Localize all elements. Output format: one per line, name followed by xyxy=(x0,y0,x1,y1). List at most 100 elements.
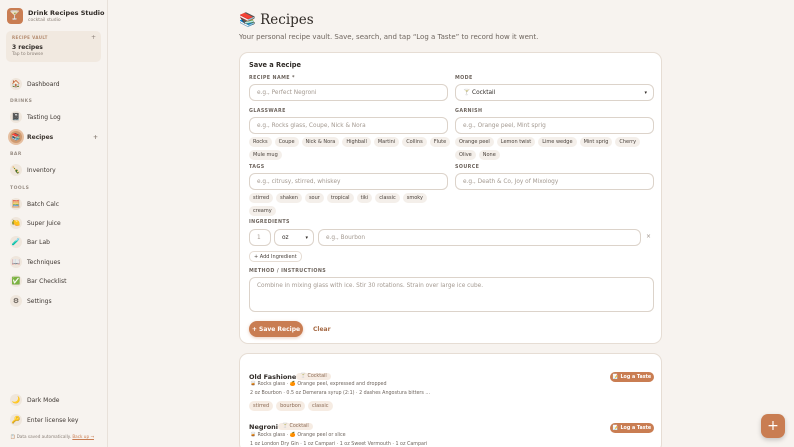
recipe-list: Old Fashioned 🍸 Cocktail 🥃 Rocks glass ·… xyxy=(239,353,662,447)
mode-value: 🍸 Cocktail xyxy=(463,89,496,96)
ingredient-name-input[interactable]: e.g., Bourbon xyxy=(318,229,641,246)
sidebar-item-settings[interactable]: ⚙ Settings xyxy=(6,292,102,310)
tag-chip[interactable]: creamy xyxy=(249,206,276,216)
sidebar-item-super-juice[interactable]: 🍋 Super Juice xyxy=(6,214,102,232)
sidebar-item-recipes[interactable]: 📚 Recipes + xyxy=(6,128,102,146)
sidebar-item-label: Bar Lab xyxy=(27,238,50,246)
key-icon: 🔑 xyxy=(10,414,22,426)
test-tube-icon: 🧪 xyxy=(10,236,22,248)
tag-chip[interactable]: shaken xyxy=(276,193,302,203)
sidebar-item-label: Techniques xyxy=(27,258,61,266)
backup-link[interactable]: Back up → xyxy=(72,434,94,439)
recipe-name: Old Fashioned xyxy=(249,373,301,381)
log-taste-button[interactable]: 📝 Log a Taste xyxy=(610,423,654,433)
glassware-chip[interactable]: Mule mug xyxy=(249,150,282,160)
dark-mode-toggle[interactable]: 🌙 Dark Mode xyxy=(6,391,102,409)
tag-chip[interactable]: classic xyxy=(375,193,400,203)
garnish-chip[interactable]: Mint sprig xyxy=(579,137,613,147)
garnish-input[interactable]: e.g., Orange peel, Mint sprig xyxy=(455,117,654,134)
sidebar-item-label: Dark Mode xyxy=(27,396,60,404)
tag-chip[interactable]: stirred xyxy=(249,193,274,203)
source-input[interactable]: e.g., Death & Co, Joy of Mixology xyxy=(455,173,654,190)
recipe-name: Negroni xyxy=(249,423,279,431)
autosave-text: Data saved automatically. xyxy=(16,434,71,439)
log-taste-button[interactable]: 📝 Log a Taste xyxy=(610,372,654,382)
tags-label: TAGS xyxy=(249,165,265,170)
glassware-chip[interactable]: Flute xyxy=(429,137,451,147)
ingredient-qty-input[interactable]: 1 xyxy=(249,229,271,246)
sidebar-item-label: Tasting Log xyxy=(27,113,61,121)
vault-count: 3 recipes xyxy=(12,44,43,51)
sidebar-item-dashboard[interactable]: 🏠 Dashboard xyxy=(6,75,102,93)
garnish-chip[interactable]: Olive xyxy=(455,150,476,160)
books-icon: 📚 xyxy=(239,12,256,28)
vault-label: RECIPE VAULT xyxy=(12,35,48,40)
glassware-chip[interactable]: Collins xyxy=(402,137,427,147)
recipe-tags: stirred bourbon classic xyxy=(249,401,336,414)
garnish-chip[interactable]: None xyxy=(478,150,500,160)
garnish-label: GARNISH xyxy=(455,109,483,114)
garnish-chips: Orange peel Lemon twist Lime wedge Mint … xyxy=(455,137,645,163)
brand-subtitle: cocktail studio xyxy=(28,18,61,23)
mode-badge: 🍸 Cocktail xyxy=(278,423,313,430)
recipe-meta: 🥃 Rocks glass · 🍊 Orange peel or slice xyxy=(250,433,346,438)
license-key-button[interactable]: 🔑 Enter license key xyxy=(6,411,102,429)
sidebar-item-batch-calc[interactable]: 🧮 Batch Calc xyxy=(6,195,102,213)
garnish-chip[interactable]: Cherry xyxy=(615,137,641,147)
garnish-chip[interactable]: Lime wedge xyxy=(538,137,577,147)
recipe-tag: classic xyxy=(307,401,333,411)
calendar-icon: 📋 xyxy=(10,434,16,439)
sidebar-item-label: Recipes xyxy=(27,133,54,141)
garnish-chip[interactable]: Orange peel xyxy=(455,137,494,147)
recipe-name-input[interactable]: e.g., Perfect Negroni xyxy=(249,84,448,101)
sidebar-item-bar-checklist[interactable]: ✅ Bar Checklist xyxy=(6,272,102,290)
cocktail-glass-icon: 🍸 xyxy=(7,8,23,24)
source-label: SOURCE xyxy=(455,165,480,170)
save-recipe-button[interactable]: + Save Recipe xyxy=(249,321,303,337)
sidebar-item-label: Enter license key xyxy=(27,416,79,424)
tag-chips: stirred shaken sour tropical tiki classi… xyxy=(249,193,454,219)
sidebar-item-techniques[interactable]: 📖 Techniques xyxy=(6,253,102,271)
add-fab-button[interactable]: + xyxy=(761,414,785,438)
sidebar-item-label: Bar Checklist xyxy=(27,277,67,285)
add-recipe-icon[interactable]: + xyxy=(93,134,98,141)
recipe-tag: stirred xyxy=(249,401,274,411)
tags-input[interactable]: e.g., citrusy, stirred, whiskey xyxy=(249,173,448,190)
brand[interactable]: 🍸 Drink Recipes Studio cocktail studio xyxy=(7,8,105,24)
recipe-name-label: RECIPE NAME * xyxy=(249,76,295,81)
glassware-input[interactable]: e.g., Rocks glass, Coupe, Nick & Nora xyxy=(249,117,448,134)
sidebar-item-tasting-log[interactable]: 📓 Tasting Log xyxy=(6,108,102,126)
tag-chip[interactable]: tiki xyxy=(356,193,373,203)
add-ingredient-button[interactable]: + Add Ingredient xyxy=(249,251,302,262)
glassware-chip[interactable]: Nick & Nora xyxy=(301,137,340,147)
notebook-icon: 📓 xyxy=(10,111,22,123)
chevron-down-icon: ▾ xyxy=(644,89,647,96)
tag-chip[interactable]: smoky xyxy=(402,193,427,203)
sidebar-item-label: Settings xyxy=(27,297,52,305)
calculator-icon: 🧮 xyxy=(10,198,22,210)
garnish-chip[interactable]: Lemon twist xyxy=(496,137,536,147)
tag-chip[interactable]: sour xyxy=(304,193,324,203)
clear-button[interactable]: Clear xyxy=(313,326,331,333)
recipe-tag: bourbon xyxy=(276,401,305,411)
method-textarea[interactable]: Combine in mixing glass with ice. Stir 3… xyxy=(249,277,654,312)
glassware-chip[interactable]: Coupe xyxy=(274,137,299,147)
sidebar: 🍸 Drink Recipes Studio cocktail studio R… xyxy=(0,0,108,447)
sidebar-item-bar-lab[interactable]: 🧪 Bar Lab xyxy=(6,233,102,251)
remove-ingredient-icon[interactable]: × xyxy=(646,233,651,240)
page-title: 📚 Recipes xyxy=(239,12,314,28)
sidebar-item-label: Inventory xyxy=(27,166,56,174)
glassware-chip[interactable]: Martini xyxy=(373,137,400,147)
glassware-chip[interactable]: Rocks xyxy=(249,137,272,147)
mode-select[interactable]: 🍸 Cocktail ▾ xyxy=(455,84,654,101)
glassware-chip[interactable]: Highball xyxy=(342,137,371,147)
vault-add-icon[interactable]: + xyxy=(91,34,96,41)
ingredients-label: INGREDIENTS xyxy=(249,220,290,225)
sidebar-item-label: Batch Calc xyxy=(27,200,59,208)
chevron-down-icon: ▾ xyxy=(305,234,308,241)
sidebar-item-inventory[interactable]: 🍾 Inventory xyxy=(6,161,102,179)
recipe-vault-card[interactable]: RECIPE VAULT + 3 recipes Tap to browse xyxy=(6,31,101,62)
tag-chip[interactable]: tropical xyxy=(326,193,354,203)
ingredient-unit-select[interactable]: oz ▾ xyxy=(274,229,314,246)
mode-label: MODE xyxy=(455,76,473,81)
